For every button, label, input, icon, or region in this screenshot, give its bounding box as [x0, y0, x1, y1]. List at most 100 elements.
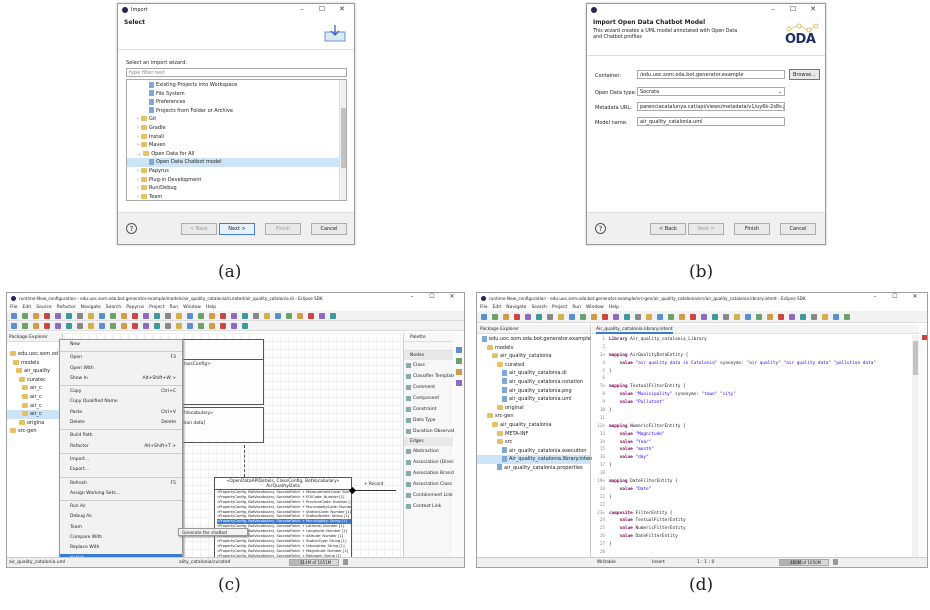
tree-item[interactable]: Preferences [127, 98, 346, 107]
palette-item-class[interactable]: Class [404, 360, 453, 371]
toolbar-button-icon[interactable] [668, 314, 674, 320]
explorer-item[interactable]: air_c [7, 410, 62, 419]
editor-tab[interactable]: Air_quality_catalonia.library.intent [592, 325, 919, 334]
toolbar-button-icon[interactable] [187, 323, 193, 329]
menu-search[interactable]: Search [106, 305, 121, 310]
toolbar-button-icon[interactable] [121, 323, 127, 329]
code-line[interactable]: 8 value "Municipality" synonyms: "town" … [592, 391, 919, 399]
close-button[interactable]: ✕ [332, 5, 352, 13]
toolbar-button-icon[interactable] [646, 314, 652, 320]
tree-item[interactable]: › Git [127, 115, 346, 124]
trash-icon[interactable] [343, 559, 348, 565]
toolbar-button-icon[interactable] [99, 313, 105, 319]
toolbar-button-icon[interactable] [132, 323, 138, 329]
tree-item[interactable]: › Team [127, 193, 346, 200]
explorer-item[interactable]: META-INF [477, 430, 590, 439]
toolbar-button-icon[interactable] [767, 314, 773, 320]
toolbar-button-icon[interactable] [319, 313, 325, 319]
code-line[interactable]: 12⊖ mapping NumericFilterEntity { [592, 423, 919, 431]
code-line[interactable]: 15 value "month" [592, 446, 919, 454]
explorer-item[interactable]: air_c [7, 393, 62, 402]
class-attribute[interactable]: «PropertyConfig, BotVocabulary, SocrataF… [217, 505, 351, 510]
explorer-item[interactable]: air_quality_catalonia [477, 421, 590, 430]
menu-window[interactable]: Window [183, 305, 201, 310]
code-line[interactable]: 17} [592, 462, 919, 470]
metadata-url-field[interactable]: parenciacatalunya.cat/api/views/metadata… [637, 102, 785, 111]
menu-item-compare-with[interactable]: Compare With [60, 533, 182, 543]
toolbar-button-icon[interactable] [66, 323, 72, 329]
toolbar-button-icon[interactable] [11, 323, 17, 329]
filter-input[interactable]: type filter text [126, 68, 347, 77]
toolbar-button-icon[interactable] [481, 314, 487, 320]
explorer-item[interactable]: curatec [7, 376, 62, 385]
trash-icon[interactable] [833, 559, 838, 565]
toolbar-button-icon[interactable] [22, 313, 28, 319]
code-line[interactable]: 22 [592, 502, 919, 510]
palette-item-association-directed[interactable]: Association (Directed) [404, 457, 463, 468]
toolbar-button-icon[interactable] [275, 313, 281, 319]
toolbar-button-icon[interactable] [514, 314, 520, 320]
menu-item-delete[interactable]: Delete Delete [60, 418, 182, 428]
toolbar-button-icon[interactable] [690, 314, 696, 320]
tree-item[interactable]: ⌄ Open Data for All [127, 150, 346, 159]
tree-scrollbar[interactable] [339, 80, 346, 200]
toolbar-button-icon[interactable] [242, 313, 248, 319]
code-line[interactable]: 1 Library Air_quality_catalonia_Library [592, 336, 919, 344]
chevron-right-icon[interactable]: › [137, 168, 139, 174]
palette-item-classifier-template-parameter[interactable]: Classifier Template Parameter [404, 371, 464, 382]
explorer-item[interactable]: air_quality_catalonia.png [477, 387, 590, 396]
help-icon[interactable]: ? [595, 223, 606, 234]
menu-papyrus[interactable]: Papyrus [126, 305, 144, 310]
code-line[interactable]: 7⊖ mapping TextualFilterEntity { [592, 383, 919, 391]
close-button[interactable]: ✕ [905, 293, 925, 300]
tree-item[interactable]: Existing Projects into Workspace [127, 81, 346, 90]
toolbar-button-icon[interactable] [701, 314, 707, 320]
toolbar-button-icon[interactable] [33, 323, 39, 329]
back-button[interactable]: < Back [181, 223, 217, 235]
toolbar-button-icon[interactable] [220, 323, 226, 329]
toolbar-button-icon[interactable] [44, 313, 50, 319]
toolbar-button-icon[interactable] [209, 313, 215, 319]
toolbar-button-icon[interactable] [308, 313, 314, 319]
code-line[interactable]: 3⊖ mapping AirQualityDataEntity { [592, 352, 919, 360]
minimize-button[interactable]: – [763, 5, 783, 13]
palette-edges-header[interactable]: Edges [404, 437, 453, 446]
toolbar-button-icon[interactable] [187, 313, 193, 319]
palette-item-duration-observation[interactable]: Duration Observation [404, 426, 461, 437]
code-line[interactable]: 25 value NumericFilterEntity [592, 525, 919, 533]
menu-item-paste[interactable]: Paste Ctrl+V [60, 408, 182, 418]
model-name-field[interactable]: air_quality_catalonia.uml [637, 117, 785, 126]
toolbar-button-icon[interactable] [11, 313, 17, 319]
tree-item[interactable]: › Gradle [127, 124, 346, 133]
code-line[interactable]: 19⊖ mapping DateFilterEntity { [592, 478, 919, 486]
chevron-right-icon[interactable]: › [137, 125, 139, 131]
menu-search[interactable]: Search [531, 305, 546, 310]
toolbar-button-icon[interactable] [822, 314, 828, 320]
toolbar-button-icon[interactable] [833, 314, 839, 320]
toolbar-button-icon[interactable] [286, 313, 292, 319]
menu-item-import[interactable]: Import... [60, 455, 182, 465]
toolbar-button-icon[interactable] [110, 313, 116, 319]
heap-status[interactable]: 480M of 1050M [779, 559, 829, 566]
toolbar-button-icon[interactable] [231, 323, 237, 329]
menu-item-open[interactable]: Open F3 [60, 353, 182, 363]
code-line[interactable]: 24 value TextualFilterEntity [592, 517, 919, 525]
heap-status[interactable]: 314M of 1051M [289, 559, 339, 566]
palette-item-containment-link[interactable]: Containment Link [404, 490, 453, 501]
code-line[interactable]: 2 [592, 344, 919, 352]
code-line[interactable]: 28 [592, 549, 919, 557]
air-quality-data-class[interactable]: «OpenDataAPIDetails, ClassConfig, BotVoc… [214, 477, 352, 559]
toolbar-button-icon[interactable] [800, 314, 806, 320]
container-field[interactable]: /edu.uoc.som.oda.bot.generator.example [637, 70, 785, 79]
toolbar-button-icon[interactable] [198, 313, 204, 319]
explorer-item[interactable]: air_quality_catalonia [477, 352, 590, 361]
toolbar-button-icon[interactable] [154, 313, 160, 319]
toolbar-button-icon[interactable] [165, 323, 171, 329]
toolbar-button-icon[interactable] [811, 314, 817, 320]
toolbar-button-icon[interactable] [297, 313, 303, 319]
toolbar-button-icon[interactable] [503, 314, 509, 320]
package-explorer-tab[interactable]: Package Explorer [7, 333, 62, 342]
maximize-button[interactable]: ☐ [422, 293, 442, 300]
menu-edit[interactable]: Edit [23, 305, 32, 310]
chevron-right-icon[interactable]: › [137, 116, 139, 122]
